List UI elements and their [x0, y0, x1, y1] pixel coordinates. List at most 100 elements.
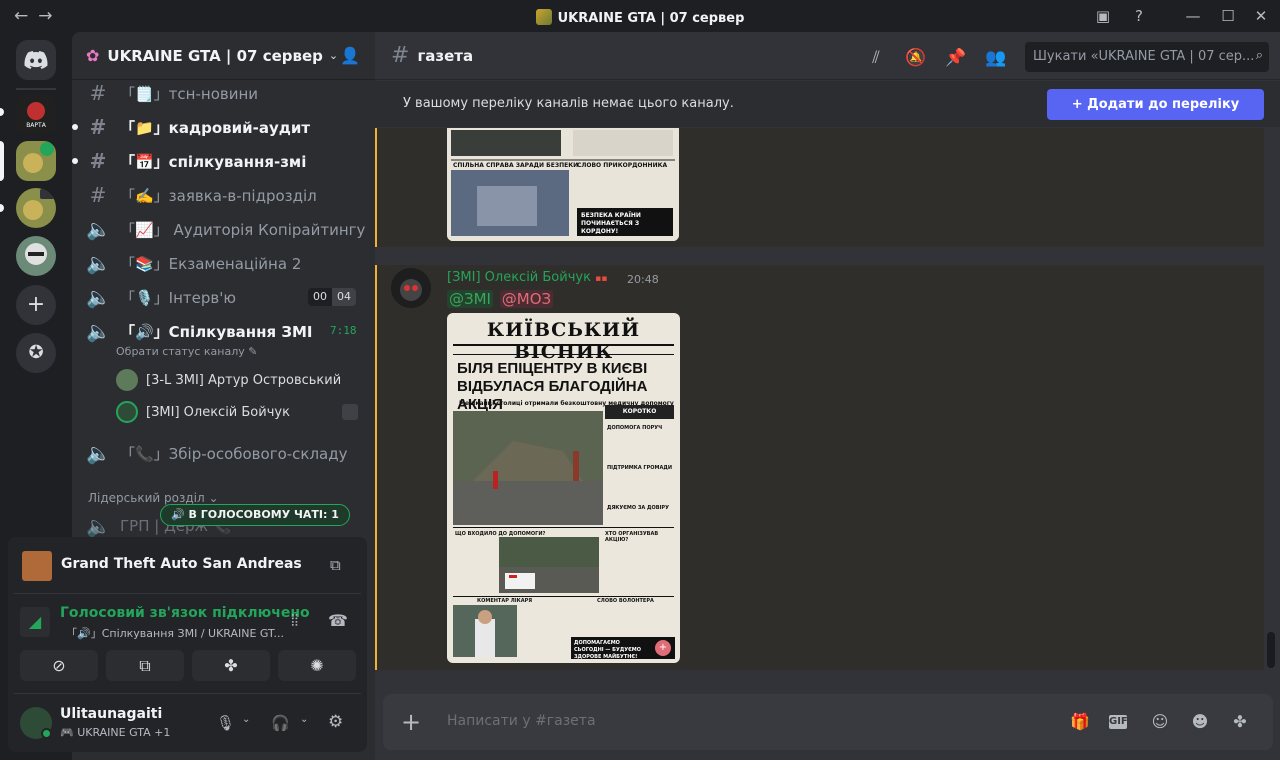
channel-status-hint[interactable]: Обрати статус каналу ✎ [116, 345, 257, 358]
message-composer[interactable]: + Написати у #газета 🎁 GIF ☺ ☻ ✤ [383, 694, 1273, 750]
hash-icon: # [89, 183, 107, 207]
headphones-icon[interactable]: 🎧 [271, 714, 290, 732]
pin-icon[interactable]: 📌 [945, 48, 967, 68]
voice-channel-ekzamen[interactable]: 🔈 「📚」Екзаменаційна 2 [80, 247, 368, 279]
photo-ambulance [499, 537, 599, 593]
add-server-icon[interactable]: + [16, 285, 56, 325]
section-right: СЛОВО ПРИКОРДОННИКА [577, 162, 668, 169]
noise-suppression-icon[interactable]: ⦙⦙ [291, 611, 298, 631]
server-boost-icon: ✿ [86, 46, 100, 65]
gif-icon[interactable]: GIF [1109, 715, 1128, 729]
attach-plus-icon[interactable]: + [401, 708, 421, 736]
scrollbar-thumb[interactable] [1267, 632, 1275, 668]
server-ukraine-gta-icon[interactable] [16, 141, 56, 181]
server-varta-icon[interactable]: ВАРТА [16, 94, 56, 134]
message-author[interactable]: [ЗМІ] Олексій Бойчук ▪▪ [447, 270, 607, 285]
hash-icon: # [391, 43, 410, 68]
rule-2 [453, 596, 674, 597]
panel-divider [14, 593, 361, 594]
heart-plus-icon: + [655, 640, 671, 656]
unread-dot [72, 124, 78, 130]
camera-button[interactable]: ⊘ [20, 650, 98, 681]
sticker-icon[interactable]: ☺ [1149, 711, 1171, 733]
hash-icon: # [89, 149, 107, 173]
member-list-icon[interactable]: 👥 [985, 48, 1007, 68]
gift-icon[interactable]: 🎁 [1069, 711, 1091, 733]
in-voice-chat-badge[interactable]: 🔊 В ГОЛОСОВОМУ ЧАТІ: 1 [160, 504, 350, 526]
microphone-icon[interactable]: 🎙 [216, 714, 235, 732]
speaker-lock-icon: 🔈 [86, 441, 111, 465]
section-d: СЛОВО ВОЛОНТЕРА [597, 598, 654, 604]
search-icon: ⌕ [1255, 48, 1263, 63]
mention-zmi[interactable]: @ЗМІ [447, 290, 493, 308]
speaker-lock-icon: 🔈 [86, 514, 111, 538]
svg-text:ВАРТА: ВАРТА [26, 122, 47, 129]
message-time: 20:48 [627, 273, 659, 286]
speaker-active-icon: 🔈 [86, 319, 111, 343]
explore-icon[interactable]: ✪ [16, 333, 56, 373]
author-avatar[interactable] [391, 268, 431, 308]
activities-button[interactable]: ✤ [192, 650, 270, 681]
channel-zaiavka[interactable]: # 「✍️」заявка-в-підрозділ [80, 179, 368, 211]
soundboard-button[interactable]: ✺ [278, 650, 356, 681]
server-ukraine-gta-2-icon[interactable] [16, 188, 56, 228]
discord-home-icon[interactable] [16, 40, 56, 80]
activity-game: Grand Theft Auto San Andreas [61, 556, 302, 572]
channel-list-notice: У вашому переліку каналів немає цього ка… [375, 81, 1280, 143]
minimize-icon[interactable]: — [1184, 7, 1202, 25]
avatar [116, 369, 138, 391]
mic-chevron-icon[interactable]: ⌄ [242, 714, 250, 725]
composer-placeholder[interactable]: Написати у #газета [447, 713, 596, 729]
share-screen-button[interactable]: ⧉ [106, 650, 184, 681]
speaker-lock-icon: 🔈 [86, 285, 111, 309]
message-list: СПІЛЬНА СПРАВА ЗАРАДИ БЕЗПЕКИ СЛОВО ПРИК… [375, 128, 1280, 688]
apps-icon[interactable]: ✤ [1229, 711, 1251, 733]
help-icon[interactable]: ? [1130, 7, 1148, 25]
masthead-rule [453, 344, 674, 346]
settings-gear-icon[interactable]: ⚙ [328, 712, 343, 732]
search-input[interactable]: Шукати «UKRAINE GTA | 07 сер... ⌕ [1025, 42, 1269, 72]
threads-icon[interactable]: ⫽ [865, 48, 887, 68]
voice-user-2[interactable]: [ЗМІ] Олексій Бойчук [116, 398, 358, 426]
screen-share-icon[interactable]: ⧉ [330, 556, 341, 574]
channel-title: газета [417, 46, 474, 65]
category-header[interactable]: Лідерський розділ ⌄ [88, 491, 219, 505]
stream-icon [342, 404, 358, 420]
newspaper-image[interactable]: КИЇВСЬКИЙ ВІСНИК БІЛЯ ЕПІЦЕНТРУ В КИЄВІ … [447, 313, 680, 663]
mention-moz[interactable]: @МОЗ [499, 290, 554, 308]
server-header[interactable]: ✿ UKRAINE GTA | 07 сервер ⌄ 👤 [72, 32, 375, 80]
close-icon[interactable]: ✕ [1252, 7, 1270, 25]
section-left: СПІЛЬНА СПРАВА ЗАРАДИ БЕЗПЕКИ [453, 162, 579, 169]
voice-channel-interviu[interactable]: 🔈 「🎙️」Інтерв'ю 00 04 [80, 281, 368, 313]
emoji-icon[interactable]: ☻ [1189, 711, 1211, 733]
voice-channel-auditoriia[interactable]: 🔈 「📈」 Аудиторія Копірайтингу [80, 213, 368, 245]
dateline-rule [453, 349, 674, 355]
box-item-3: ДЯКУЄМО ЗА ДОВІРУ [607, 505, 669, 511]
box-item-1: ДОПОМОГА ПОРУЧ [607, 425, 663, 431]
newspaper-image-previous[interactable]: СПІЛЬНА СПРАВА ЗАРАДИ БЕЗПЕКИ СЛОВО ПРИК… [447, 128, 679, 241]
speaker-lock-icon: 🔈 [86, 251, 111, 275]
voice-user-1[interactable]: [3-L ЗМІ] Артур Островський [116, 366, 341, 394]
channel-kadrovyi-audyt[interactable]: # 「📁」кадровий-аудит [72, 111, 368, 143]
invite-people-icon[interactable]: 👤 [340, 46, 360, 65]
voice-status[interactable]: Голосовий зв'язок підключено [60, 605, 310, 621]
banner-text: БЕЗПЕКА КРАЇНИ ПОЧИНАЄТЬСЯ З КОРДОНУ! [581, 212, 641, 235]
voice-channel-spilkuvannia[interactable]: 🔈 「🔊」Спілкування ЗМІ 7:18 [80, 315, 368, 347]
hash-icon: # [89, 115, 107, 139]
inbox-icon[interactable]: ▣ [1094, 7, 1112, 25]
add-to-channel-list-button[interactable]: + Додати до переліку каналів [1047, 89, 1264, 143]
mute-bell-icon[interactable]: 🔕 [905, 48, 927, 68]
server-avatar-icon[interactable] [16, 236, 56, 276]
channel-tsn-novyny[interactable]: # 「🗒️」тсн-новини [80, 77, 368, 109]
unread-dot [72, 158, 78, 164]
username[interactable]: Ulitaunagaiti [60, 706, 162, 722]
hash-icon: # [89, 81, 107, 105]
voice-channel-link[interactable]: 「🔊」Спілкування ЗМІ / UKRAINE GT... [66, 625, 286, 641]
voice-channel-zbir[interactable]: 🔈 「📞」Збір-особового-складу [80, 437, 368, 469]
selected-pill [0, 141, 4, 181]
channel-spilkuvannia-zmi[interactable]: # 「📅」спілкування-змі [72, 145, 368, 177]
role-badge-icon: ▪▪ [595, 274, 608, 284]
headphones-chevron-icon[interactable]: ⌄ [300, 714, 308, 725]
maximize-icon[interactable]: ☐ [1219, 7, 1237, 25]
disconnect-icon[interactable]: ☎ [328, 611, 348, 630]
